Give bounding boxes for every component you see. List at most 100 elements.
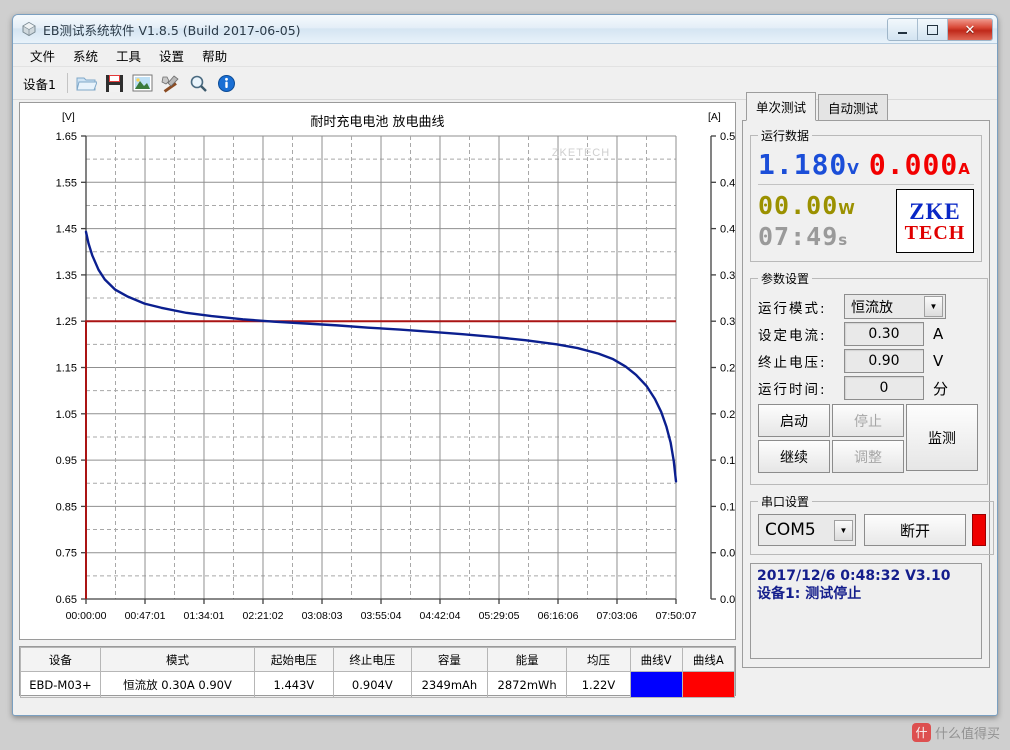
monitor-button[interactable]: 监测 [906, 404, 978, 471]
disconnect-button[interactable]: 断开 [864, 514, 966, 546]
current-unit: A [958, 160, 970, 178]
svg-text:0.40: 0.40 [720, 224, 735, 236]
tools-button[interactable] [157, 70, 185, 96]
zketech-logo-bottom: TECH [904, 221, 966, 244]
parameter-settings-group: 参数设置 运行模式: 恒流放 ▼ 设定电流: 0.30 A 终止电压: 0.90… [750, 270, 988, 485]
svg-text:05:29:05: 05:29:05 [479, 610, 520, 622]
adjust-button: 调整 [832, 440, 904, 473]
action-buttons-col1: 启动 继续 [758, 404, 832, 476]
image-export-button[interactable] [129, 70, 157, 96]
continue-button[interactable]: 继续 [758, 440, 830, 473]
set-current-unit: A [933, 325, 944, 343]
power-readout: 00.00 [758, 191, 839, 220]
serial-settings-legend: 串口设置 [761, 495, 810, 509]
time-readout: 07:49 [758, 222, 839, 251]
main-body: 耐时充电电池 放电曲线 [V] [A] ZKETECH 1.65 1.55 1.45 1… [13, 92, 997, 715]
th-curve-a: 曲线A [681, 647, 736, 672]
menu-bar: 文件 系统 工具 设置 帮助 [13, 44, 997, 67]
log-panel[interactable]: 2017/12/6 0:48:32 V3.10 设备1: 测试停止 [750, 563, 982, 659]
set-current-row: 设定电流: 0.30 A [758, 322, 980, 346]
svg-text:0.95: 0.95 [56, 455, 77, 467]
action-buttons: 启动 继续 停止 调整 监测 [758, 404, 980, 476]
cutoff-voltage-row: 终止电压: 0.90 V [758, 349, 980, 373]
window-controls: ✕ [887, 18, 993, 41]
serial-settings-group: 串口设置 COM5 ▼ 断开 [750, 493, 994, 555]
cutoff-voltage-label: 终止电压: [758, 355, 827, 371]
set-current-input[interactable]: 0.30 [844, 322, 924, 346]
readout-row-bottom: 00.00 W 07:49 s ZKE TECH [758, 189, 974, 253]
running-data-group: 运行数据 1.180 V 0.000 A 00.00 W 07:49 s ZKE… [750, 127, 982, 262]
menu-item-tools[interactable]: 工具 [107, 44, 150, 67]
voltage-unit: V [847, 160, 859, 178]
cell-curve-a-swatch [681, 671, 736, 698]
open-folder-button[interactable] [73, 70, 101, 96]
svg-text:02:21:02: 02:21:02 [243, 610, 284, 622]
discharge-curve-plot[interactable]: ZKETECH 1.65 1.55 1.45 1.35 1.25 1.15 1.05 0.95 0… [20, 103, 735, 639]
chevron-down-icon[interactable]: ▼ [924, 296, 943, 317]
svg-text:1.15: 1.15 [56, 363, 77, 375]
power-unit: W [838, 200, 855, 218]
time-unit: s [838, 231, 848, 249]
cutoff-voltage-input[interactable]: 0.90 [844, 349, 924, 373]
title-bar: EB测试系统软件 V1.8.5 (Build 2017-06-05) ✕ [13, 15, 997, 44]
tools-icon [162, 74, 180, 93]
com-port-select[interactable]: COM5 ▼ [758, 514, 856, 546]
svg-text:04:42:04: 04:42:04 [420, 610, 461, 622]
runtime-row: 运行时间: 0 分 [758, 376, 980, 400]
serial-row: COM5 ▼ 断开 [758, 514, 986, 546]
log-line-status: 设备1: 测试停止 [757, 585, 862, 602]
window-title: EB测试系统软件 V1.8.5 (Build 2017-06-05) [43, 23, 301, 38]
svg-text:0.20: 0.20 [720, 409, 735, 421]
svg-text:0.75: 0.75 [56, 548, 77, 560]
th-capacity: 容量 [411, 647, 488, 672]
th-start-voltage: 起始电压 [254, 647, 334, 672]
menu-item-file[interactable]: 文件 [21, 44, 64, 67]
watermark-text: 什么值得买 [934, 727, 1000, 742]
menu-item-help[interactable]: 帮助 [193, 44, 236, 67]
cell-curve-v-swatch [629, 671, 683, 698]
svg-text:0.15: 0.15 [720, 455, 735, 467]
power-row: 00.00 W [758, 191, 855, 220]
svg-text:0.50: 0.50 [720, 131, 735, 143]
com-port-value: COM5 [765, 520, 816, 540]
mode-select[interactable]: 恒流放 ▼ [844, 294, 946, 319]
svg-text:1.65: 1.65 [56, 131, 77, 143]
cutoff-voltage-unit: V [933, 352, 944, 370]
runtime-input[interactable]: 0 [844, 376, 924, 400]
th-curve-v: 曲线V [629, 647, 683, 672]
maximize-button[interactable] [918, 19, 948, 40]
svg-text:07:03:06: 07:03:06 [597, 610, 638, 622]
chart-panel: 耐时充电电池 放电曲线 [V] [A] ZKETECH 1.65 1.55 1.45 1… [19, 102, 736, 640]
svg-text:03:55:04: 03:55:04 [361, 610, 402, 622]
menu-item-settings[interactable]: 设置 [150, 44, 193, 67]
th-mode: 模式 [99, 647, 256, 672]
tab-single-test[interactable]: 单次测试 [746, 92, 817, 121]
chevron-down-icon[interactable]: ▼ [834, 519, 853, 541]
minimize-button[interactable] [888, 19, 918, 40]
zoom-button[interactable] [185, 70, 213, 96]
svg-text:06:16:06: 06:16:06 [538, 610, 579, 622]
connection-status-led [972, 514, 986, 546]
watermark-badge: 什 [911, 723, 931, 742]
info-button[interactable] [213, 70, 241, 96]
close-button[interactable]: ✕ [948, 19, 992, 40]
svg-text:0.10: 0.10 [720, 501, 735, 513]
zketech-logo-top: ZKE [909, 198, 961, 224]
runtime-unit: 分 [933, 379, 949, 398]
svg-text:0.05: 0.05 [720, 548, 735, 560]
svg-text:0.00: 0.00 [720, 594, 735, 606]
svg-text:00:00:00: 00:00:00 [66, 610, 107, 622]
svg-text:0.65: 0.65 [56, 594, 77, 606]
tab-auto-test[interactable]: 自动测试 [818, 94, 889, 120]
menu-item-system[interactable]: 系统 [64, 44, 107, 67]
svg-text:1.25: 1.25 [56, 316, 77, 328]
svg-text:1.55: 1.55 [56, 177, 77, 189]
save-button[interactable] [101, 70, 129, 96]
action-buttons-col2: 停止 调整 [832, 404, 906, 476]
table-row[interactable]: EBD-M03+ 恒流放 0.30A 0.90V 1.443V 0.904V 2… [20, 671, 736, 698]
stop-button: 停止 [832, 404, 904, 437]
start-button[interactable]: 启动 [758, 404, 830, 437]
th-avg-voltage: 均压 [566, 647, 631, 672]
cell-device: EBD-M03+ [20, 671, 101, 698]
mode-selected-value: 恒流放 [851, 299, 893, 316]
